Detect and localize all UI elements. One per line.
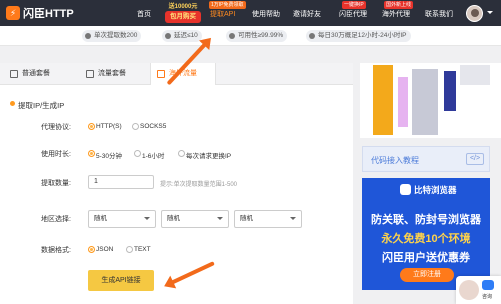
nav-extract-api[interactable]: 提取API bbox=[210, 9, 235, 19]
top-header: ⚡ 闪臣HTTP 送10000元 包月购买 首页 提取API 使用帮助 邀请好友… bbox=[0, 0, 501, 26]
nav-proxy[interactable]: 闪臣代理 bbox=[339, 9, 367, 19]
nav-help[interactable]: 使用帮助 bbox=[252, 9, 280, 19]
check-icon bbox=[229, 33, 235, 39]
code-tutorial-link[interactable]: 代码接入教程 </> bbox=[362, 146, 490, 172]
package-icon bbox=[86, 70, 94, 78]
protocol-label: 代理协议: bbox=[41, 124, 71, 131]
nav-home[interactable]: 首页 bbox=[137, 9, 151, 19]
check-icon bbox=[165, 33, 171, 39]
ad-headline: 防关联、防封号浏览器 bbox=[371, 214, 481, 226]
chat-icon bbox=[482, 280, 494, 290]
section-title: 提取IP/生成IP bbox=[10, 100, 64, 111]
code-tutorial-label: 代码接入教程 bbox=[371, 156, 419, 165]
nav-invite[interactable]: 邀请好友 bbox=[293, 9, 321, 19]
ad-register-button[interactable]: 立即注册 bbox=[400, 268, 454, 282]
radio-https[interactable]: HTTP(S) bbox=[88, 123, 122, 130]
package-icon bbox=[10, 70, 18, 78]
tab-standard[interactable]: 普通套餐 bbox=[4, 63, 78, 85]
logo-text: 闪臣HTTP bbox=[23, 8, 74, 20]
chat-label: 咨询 bbox=[482, 294, 493, 300]
region-select-3[interactable]: 随机 bbox=[234, 210, 302, 228]
code-icon: </> bbox=[466, 153, 484, 165]
pixelated-image bbox=[373, 65, 393, 135]
feature-badge: 可用性≥99.99% bbox=[226, 30, 288, 42]
chat-widget[interactable]: 咨询 bbox=[456, 276, 501, 304]
generate-api-button[interactable]: 生成API链接 bbox=[88, 270, 154, 291]
api-badge: 1万IP免费领取 bbox=[209, 1, 246, 9]
browser-icon bbox=[400, 184, 411, 195]
promo-banner[interactable]: 送10000元 包月购买 bbox=[162, 1, 204, 25]
region-select-2[interactable]: 随机 bbox=[161, 210, 229, 228]
region-select-1[interactable]: 随机 bbox=[88, 210, 156, 228]
tab-traffic[interactable]: 流量套餐 bbox=[80, 63, 150, 85]
feature-badge: 单次提取数200 bbox=[82, 30, 142, 42]
region-label: 地区选择: bbox=[41, 216, 71, 223]
logo[interactable]: ⚡ 闪臣HTTP bbox=[6, 5, 74, 21]
sidebar-card bbox=[360, 63, 501, 138]
format-label: 数据格式: bbox=[41, 247, 71, 254]
pixelated-image bbox=[398, 77, 408, 127]
features-bar: 单次提取数200 延迟≤10 可用性≥99.99% 每日30万概足12小时-24… bbox=[0, 26, 501, 46]
package-icon bbox=[157, 70, 165, 78]
quantity-input[interactable]: 1 bbox=[88, 175, 154, 189]
radio-text[interactable]: TEXT bbox=[126, 246, 151, 253]
ad-offer: 闪臣用户送优惠券 bbox=[382, 252, 470, 264]
bitbrowser-ad[interactable]: 比特浏览器 防关联、防封号浏览器 永久免费10个环境 闪臣用户送优惠券 立即注册 bbox=[362, 178, 490, 290]
radio-1-6h[interactable]: 1-6小时 bbox=[134, 150, 164, 160]
chevron-down-icon[interactable] bbox=[487, 11, 493, 14]
qty-hint: 提示:单次提取数量范围1-500 bbox=[160, 182, 238, 188]
radio-5-30min[interactable]: 5-30分钟 bbox=[88, 150, 122, 160]
nav-overseas[interactable]: 海外代理 bbox=[382, 9, 410, 19]
user-avatar[interactable] bbox=[466, 5, 483, 22]
qty-label: 提取数量: bbox=[41, 180, 71, 187]
overseas-badge: 国外新上线 bbox=[384, 1, 414, 9]
agent-avatar bbox=[459, 280, 479, 300]
ad-subline: 永久免费10个环境 bbox=[381, 233, 471, 245]
duration-label: 使用时长: bbox=[41, 151, 71, 158]
promo-top-text: 送10000元 bbox=[168, 4, 198, 10]
feature-badge: 每日30万概足12小时-24小时IP bbox=[306, 30, 411, 42]
pixelated-image bbox=[412, 69, 438, 135]
check-icon bbox=[85, 33, 91, 39]
radio-socks5[interactable]: SOCKS5 bbox=[132, 123, 166, 130]
pixelated-image bbox=[460, 65, 490, 85]
radio-per-request[interactable]: 每次请求更换IP bbox=[178, 150, 231, 160]
nav-contact[interactable]: 联系我们 bbox=[425, 9, 453, 19]
ad-logo: 比特浏览器 bbox=[400, 183, 457, 197]
logo-icon: ⚡ bbox=[6, 6, 20, 20]
promo-label: 包月购买 bbox=[165, 11, 201, 23]
check-icon bbox=[309, 33, 315, 39]
proxy-badge: 一键换IP bbox=[342, 1, 366, 9]
pixelated-image bbox=[444, 71, 456, 111]
radio-json[interactable]: JSON bbox=[88, 246, 113, 253]
feature-badge: 延迟≤10 bbox=[162, 30, 202, 42]
